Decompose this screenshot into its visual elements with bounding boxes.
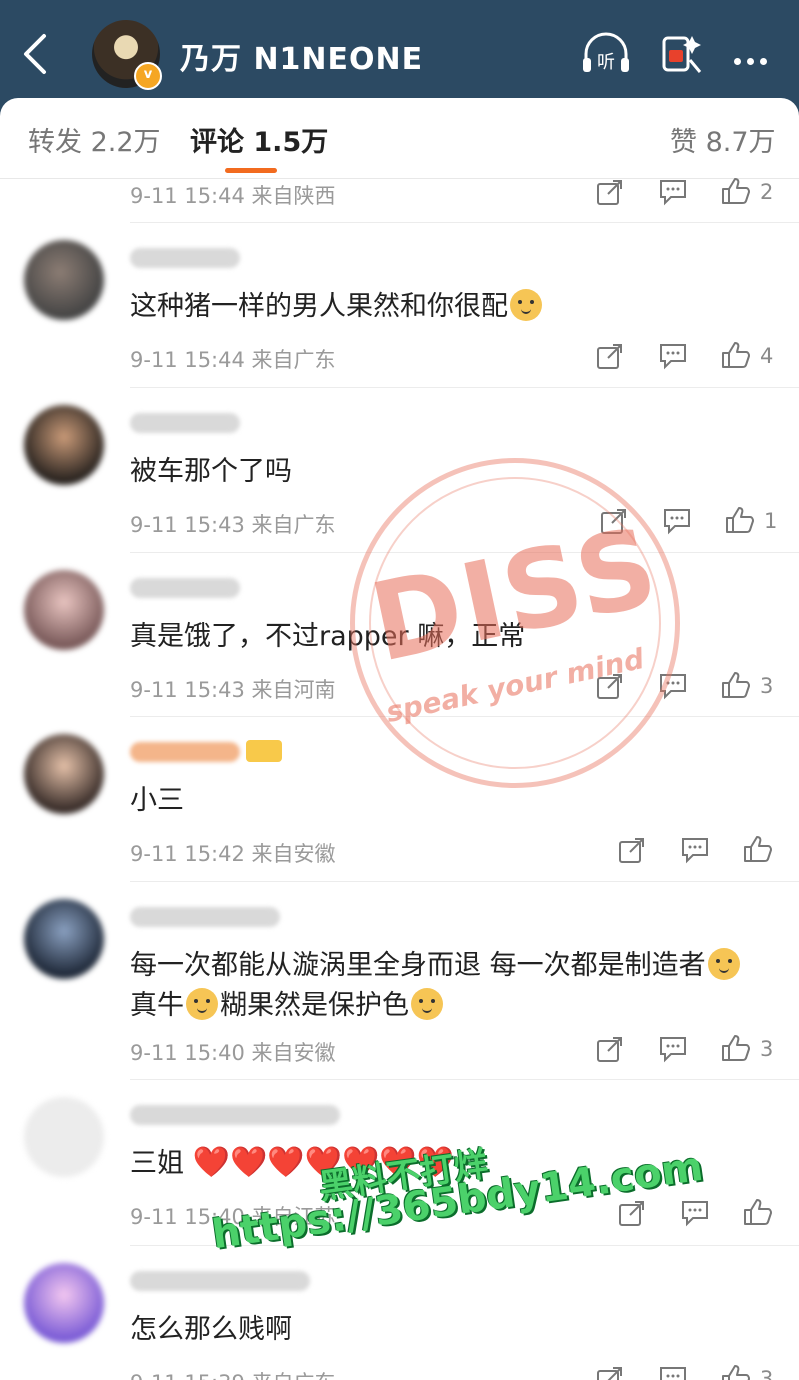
like-icon[interactable] (720, 1033, 752, 1063)
username[interactable] (130, 907, 280, 927)
comment-meta: 9-11 15:40 来自安徽 (130, 1041, 336, 1065)
comment-text-content: 三姐 (130, 1148, 184, 1179)
active-tab-indicator (225, 168, 277, 173)
top-bar: v 乃万 N1NEONE 听 (0, 0, 799, 100)
red-packet-icon[interactable] (660, 30, 704, 76)
tab-comments[interactable]: 评论 1.5万 (190, 120, 328, 159)
like-icon[interactable] (720, 670, 752, 700)
user-avatar[interactable] (24, 899, 104, 979)
comment-meta: 9-11 15:44 来自广东 (130, 348, 336, 372)
comment-text-content: 糊果然是保护色 (220, 990, 409, 1021)
comment-text-content: 这种猪一样的男人果然和你很配 (130, 291, 508, 322)
comment-meta: 9-11 15:43 来自广东 (130, 513, 336, 537)
repost-icon[interactable] (618, 836, 646, 864)
repost-icon[interactable] (618, 1199, 646, 1227)
username[interactable] (130, 742, 240, 762)
comment-text: 怎么那么贱啊 (130, 1314, 292, 1345)
like-icon[interactable] (742, 834, 774, 864)
listen-icon[interactable]: 听 (580, 30, 632, 76)
user-avatar[interactable] (24, 240, 104, 320)
comment-item: 这种猪一样的男人果然和你很配 9-11 15:44 来自广东 4 (0, 222, 799, 388)
doge-emoji-icon (186, 988, 218, 1020)
comment-text-content: 真牛 (130, 990, 184, 1021)
comment-item: 被车那个了吗 9-11 15:43 来自广东 1 (0, 387, 799, 553)
like-count: 3 (760, 1037, 774, 1061)
like-icon[interactable] (720, 340, 752, 370)
tab-bar: 转发 2.2万 评论 1.5万 赞 8.7万 (0, 98, 799, 179)
username[interactable] (130, 413, 240, 433)
like-count: 4 (760, 344, 774, 368)
comment-icon[interactable] (658, 178, 688, 206)
comment-item: 怎么那么贱啊 9-11 15:39 来自广东 3 (0, 1245, 799, 1380)
doge-emoji-icon (411, 988, 443, 1020)
user-avatar[interactable] (24, 1263, 104, 1343)
repost-icon[interactable] (596, 178, 624, 206)
doge-emoji-icon (510, 289, 542, 321)
profile-avatar[interactable]: v (92, 20, 162, 90)
comment-text-content: 每一次都能从漩涡里全身而退 每一次都是制造者 (130, 950, 706, 981)
comment-meta: 9-11 15:43 来自河南 (130, 678, 336, 702)
comment-text: 真是饿了，不过rapper 嘛，正常 (130, 621, 526, 652)
repost-icon[interactable] (596, 342, 624, 370)
username[interactable] (130, 248, 240, 268)
back-icon[interactable] (16, 30, 56, 78)
like-count: 1 (764, 509, 778, 533)
verified-badge-icon: v (134, 62, 162, 90)
like-icon[interactable] (724, 505, 756, 535)
comment-item: 每一次都能从漩涡里全身而退 每一次都是制造者 真牛 糊果然是保护色 9-11 15… (0, 881, 799, 1080)
like-count: 3 (760, 1367, 774, 1380)
like-icon[interactable] (720, 176, 752, 206)
comment-icon[interactable] (680, 1199, 710, 1227)
member-badge-icon (246, 740, 282, 762)
comment-text: 小三 (130, 785, 184, 816)
comment-text: 被车那个了吗 (130, 456, 292, 487)
user-avatar[interactable] (24, 734, 104, 814)
comment-icon[interactable] (658, 1365, 688, 1380)
comment-icon[interactable] (680, 836, 710, 864)
comment-text-line2: 真牛 糊果然是保护色 (130, 983, 445, 1022)
comment-meta: 9-11 15:44 来自陕西 (130, 184, 336, 208)
comment-icon[interactable] (658, 1035, 688, 1063)
comment-text: 这种猪一样的男人果然和你很配 (130, 284, 544, 323)
user-avatar[interactable] (24, 405, 104, 485)
listen-label: 听 (597, 52, 615, 73)
user-avatar[interactable] (24, 570, 104, 650)
comment-item: 小三 9-11 15:42 来自安徽 (0, 716, 799, 882)
username[interactable] (130, 578, 240, 598)
like-icon[interactable] (720, 1363, 752, 1380)
like-icon[interactable] (742, 1197, 774, 1227)
username[interactable] (130, 1271, 310, 1291)
comment-text-line1: 每一次都能从漩涡里全身而退 每一次都是制造者 (130, 943, 742, 982)
username[interactable] (130, 1105, 340, 1125)
comment-icon[interactable] (658, 672, 688, 700)
like-count: 3 (760, 674, 774, 698)
profile-name[interactable]: 乃万 N1NEONE (180, 34, 423, 78)
like-count: 2 (760, 180, 774, 204)
doge-emoji-icon (707, 948, 740, 980)
repost-icon[interactable] (596, 672, 624, 700)
comment-meta: 9-11 15:39 来自广东 (130, 1367, 336, 1380)
user-avatar[interactable] (24, 1097, 104, 1177)
repost-icon[interactable] (596, 1365, 624, 1380)
comment-item: 9-11 15:44 来自陕西 2 (0, 176, 799, 223)
tab-reposts[interactable]: 转发 2.2万 (28, 120, 161, 159)
comment-item: 真是饿了，不过rapper 嘛，正常 9-11 15:43 来自河南 3 (0, 552, 799, 717)
more-icon[interactable] (734, 50, 773, 69)
comment-icon[interactable] (662, 507, 692, 535)
comment-meta: 9-11 15:42 来自安徽 (130, 842, 336, 866)
tab-likes[interactable]: 赞 8.7万 (670, 120, 776, 159)
repost-icon[interactable] (596, 1035, 624, 1063)
repost-icon[interactable] (600, 507, 628, 535)
comment-icon[interactable] (658, 342, 688, 370)
